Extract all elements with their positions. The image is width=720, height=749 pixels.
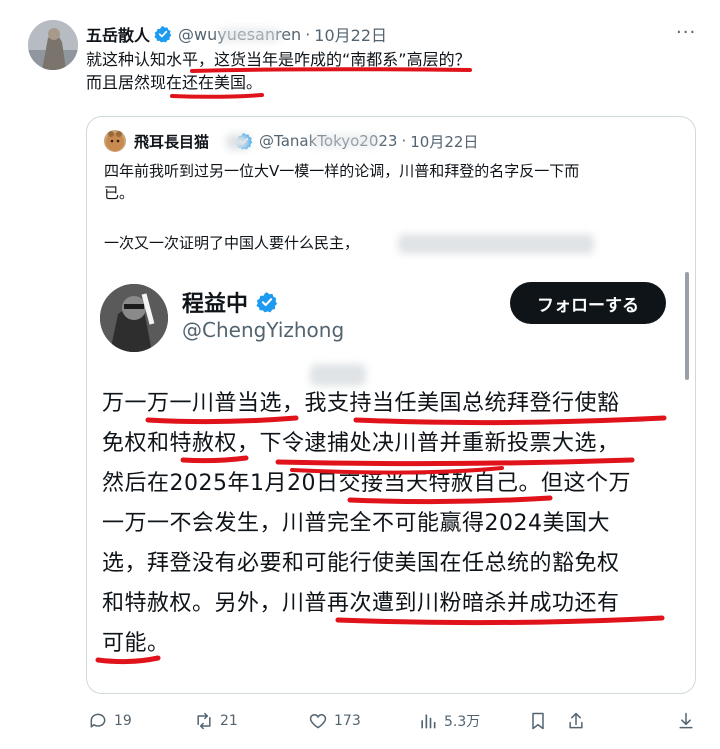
retweet-icon[interactable] [194,711,214,731]
reply-action[interactable]: 19 [88,710,132,732]
download-action[interactable] [676,710,702,732]
annotation-marks-embedded [95,415,667,665]
bookmark-icon[interactable] [528,711,548,731]
like-icon[interactable] [308,711,328,731]
download-icon[interactable] [676,711,696,731]
retweet-action[interactable]: 21 [194,710,238,732]
share-action[interactable] [566,710,592,732]
share-icon[interactable] [566,711,586,731]
reply-icon[interactable] [88,711,108,731]
views-count: 5.3万 [444,714,481,730]
bookmark-action[interactable] [528,710,554,732]
like-count: 173 [334,713,361,729]
reply-count: 19 [114,713,132,729]
views-action[interactable]: 5.3万 [418,710,480,732]
retweet-count: 21 [220,713,238,729]
like-action[interactable]: 173 [308,710,361,732]
views-icon[interactable] [418,711,438,731]
